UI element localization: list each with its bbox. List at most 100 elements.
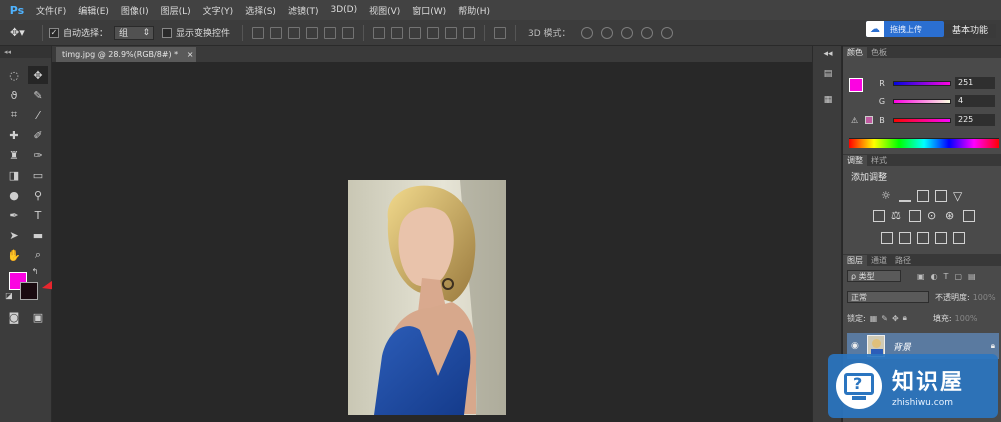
hand-tool-icon[interactable]: ✋ bbox=[4, 246, 24, 264]
align-top-icon[interactable] bbox=[252, 26, 265, 39]
show-transform-checkbox[interactable] bbox=[162, 27, 173, 38]
tab-styles[interactable]: 样式 bbox=[867, 155, 891, 166]
blend-mode-dropdown[interactable]: 正常 bbox=[847, 291, 929, 303]
gradient-map-icon[interactable] bbox=[935, 232, 947, 244]
strip-collapse-handle[interactable]: ◂◂ bbox=[819, 46, 837, 62]
filter-smart-object-icon[interactable]: ▤ bbox=[968, 272, 976, 281]
rotate-3d-icon[interactable] bbox=[580, 26, 593, 39]
distribute-top-icon[interactable] bbox=[373, 26, 386, 39]
brightness-contrast-icon[interactable]: ☼ bbox=[881, 190, 893, 202]
eye-icon[interactable]: ◉ bbox=[851, 341, 859, 351]
color-spectrum-ramp[interactable] bbox=[849, 138, 999, 148]
default-colors-icon[interactable]: ◪ bbox=[4, 290, 14, 300]
color-lookup-icon[interactable] bbox=[963, 210, 975, 222]
lock-transparent-pixels-icon[interactable]: ▦ bbox=[870, 314, 878, 323]
tab-adjustments[interactable]: 调整 bbox=[843, 155, 867, 166]
type-tool-icon[interactable]: T bbox=[28, 206, 48, 224]
rectangle-tool-icon[interactable]: ▬ bbox=[28, 226, 48, 244]
menu-image[interactable]: 图像(I) bbox=[121, 4, 149, 17]
layer-name[interactable]: 背景 bbox=[893, 340, 911, 353]
distribute-bottom-icon[interactable] bbox=[409, 26, 422, 39]
crop-tool-icon[interactable]: ⌗ bbox=[4, 106, 24, 124]
menu-3d[interactable]: 3D(D) bbox=[330, 5, 357, 15]
history-panel-icon[interactable]: ▤ bbox=[819, 66, 837, 82]
align-right-icon[interactable] bbox=[342, 26, 355, 39]
history-brush-tool-icon[interactable]: ✑ bbox=[28, 146, 48, 164]
lock-image-pixels-icon[interactable]: ✎ bbox=[881, 314, 888, 323]
exposure-icon[interactable] bbox=[935, 190, 947, 202]
threshold-icon[interactable] bbox=[917, 232, 929, 244]
close-icon[interactable]: × bbox=[187, 50, 194, 59]
healing-brush-tool-icon[interactable]: ✚ bbox=[4, 126, 24, 144]
blue-slider[interactable] bbox=[893, 117, 951, 123]
filter-type-icon[interactable]: T bbox=[944, 272, 949, 281]
channel-mixer-icon[interactable]: ⊛ bbox=[945, 210, 957, 222]
lasso-tool-icon[interactable]: ϑ bbox=[4, 86, 24, 104]
screen-mode-icon[interactable]: ▣ bbox=[28, 308, 48, 326]
posterize-icon[interactable] bbox=[899, 232, 911, 244]
hue-saturation-icon[interactable] bbox=[873, 210, 885, 222]
cloud-upload-button[interactable]: ☁ 拖拽上传 bbox=[866, 21, 944, 37]
menu-edit[interactable]: 编辑(E) bbox=[78, 4, 109, 17]
align-vertical-center-icon[interactable] bbox=[270, 26, 283, 39]
brush-tool-icon[interactable]: ✐ bbox=[28, 126, 48, 144]
drag-3d-icon[interactable] bbox=[620, 26, 633, 39]
align-left-icon[interactable] bbox=[306, 26, 319, 39]
document-photo[interactable] bbox=[348, 180, 506, 415]
layer-kind-filter[interactable]: ρ 类型 bbox=[847, 270, 901, 282]
menu-layer[interactable]: 图层(L) bbox=[161, 4, 191, 17]
tab-channels[interactable]: 通道 bbox=[867, 255, 891, 266]
selective-color-icon[interactable] bbox=[953, 232, 965, 244]
distribute-horizontal-center-icon[interactable] bbox=[445, 26, 458, 39]
levels-icon[interactable] bbox=[899, 190, 911, 202]
menu-view[interactable]: 视图(V) bbox=[369, 4, 400, 17]
align-horizontal-center-icon[interactable] bbox=[324, 26, 337, 39]
move-tool-icon[interactable]: ✥ bbox=[28, 66, 48, 84]
green-slider[interactable] bbox=[893, 98, 951, 104]
filter-pixel-icon[interactable]: ▣ bbox=[917, 272, 925, 281]
gradient-tool-icon[interactable]: ▭ bbox=[28, 166, 48, 184]
lock-all-icon[interactable]: 🔒︎ bbox=[903, 313, 907, 323]
slide-3d-icon[interactable] bbox=[640, 26, 653, 39]
dodge-tool-icon[interactable]: ⚲ bbox=[28, 186, 48, 204]
distribute-right-icon[interactable] bbox=[463, 26, 476, 39]
distribute-vertical-center-icon[interactable] bbox=[391, 26, 404, 39]
align-bottom-icon[interactable] bbox=[288, 26, 301, 39]
auto-align-layers-icon[interactable] bbox=[494, 26, 507, 39]
menu-type[interactable]: 文字(Y) bbox=[203, 4, 234, 17]
menu-file[interactable]: 文件(F) bbox=[36, 4, 66, 17]
tab-paths[interactable]: 路径 bbox=[891, 255, 915, 266]
scale-3d-icon[interactable] bbox=[660, 26, 673, 39]
auto-select-target-dropdown[interactable]: 组 ⇕ bbox=[114, 25, 155, 40]
auto-select-checkbox[interactable]: ✓ bbox=[49, 27, 59, 38]
curves-icon[interactable] bbox=[917, 190, 929, 202]
filter-shape-icon[interactable]: ▢ bbox=[954, 272, 962, 281]
menu-help[interactable]: 帮助(H) bbox=[458, 4, 490, 17]
marquee-tool-icon[interactable]: ◌ bbox=[4, 66, 24, 84]
fill-value[interactable]: 100% bbox=[955, 314, 978, 323]
path-selection-tool-icon[interactable]: ➤ bbox=[4, 226, 24, 244]
tab-color[interactable]: 颜色 bbox=[843, 47, 867, 58]
pen-tool-icon[interactable]: ✒ bbox=[4, 206, 24, 224]
background-color-swatch[interactable] bbox=[20, 282, 38, 300]
swap-colors-icon[interactable]: ↰ bbox=[30, 266, 40, 276]
lock-position-icon[interactable]: ✥ bbox=[892, 314, 899, 323]
color-balance-icon[interactable]: ⚖ bbox=[891, 210, 903, 222]
tab-layers[interactable]: 图层 bbox=[843, 255, 867, 266]
quick-mask-icon[interactable]: ◙ bbox=[4, 308, 24, 326]
blue-value-input[interactable]: 225 bbox=[955, 114, 995, 126]
tab-swatches[interactable]: 色板 bbox=[867, 47, 891, 58]
roll-3d-icon[interactable] bbox=[600, 26, 613, 39]
black-white-icon[interactable] bbox=[909, 210, 921, 222]
document-tab[interactable]: timg.jpg @ 28.9%(RGB/8#) * × bbox=[56, 47, 196, 62]
vibrance-icon[interactable]: ▽ bbox=[953, 190, 965, 202]
gamut-color-swatch[interactable] bbox=[865, 116, 873, 124]
menu-filter[interactable]: 滤镜(T) bbox=[288, 4, 319, 17]
clone-stamp-tool-icon[interactable]: ♜ bbox=[4, 146, 24, 164]
green-value-input[interactable]: 4 bbox=[955, 95, 995, 107]
eyedropper-tool-icon[interactable]: ⁄ bbox=[28, 106, 48, 124]
blur-tool-icon[interactable]: ● bbox=[4, 186, 24, 204]
invert-icon[interactable] bbox=[881, 232, 893, 244]
opacity-value[interactable]: 100% bbox=[973, 293, 996, 302]
filter-adjustment-icon[interactable]: ◐ bbox=[931, 272, 938, 281]
